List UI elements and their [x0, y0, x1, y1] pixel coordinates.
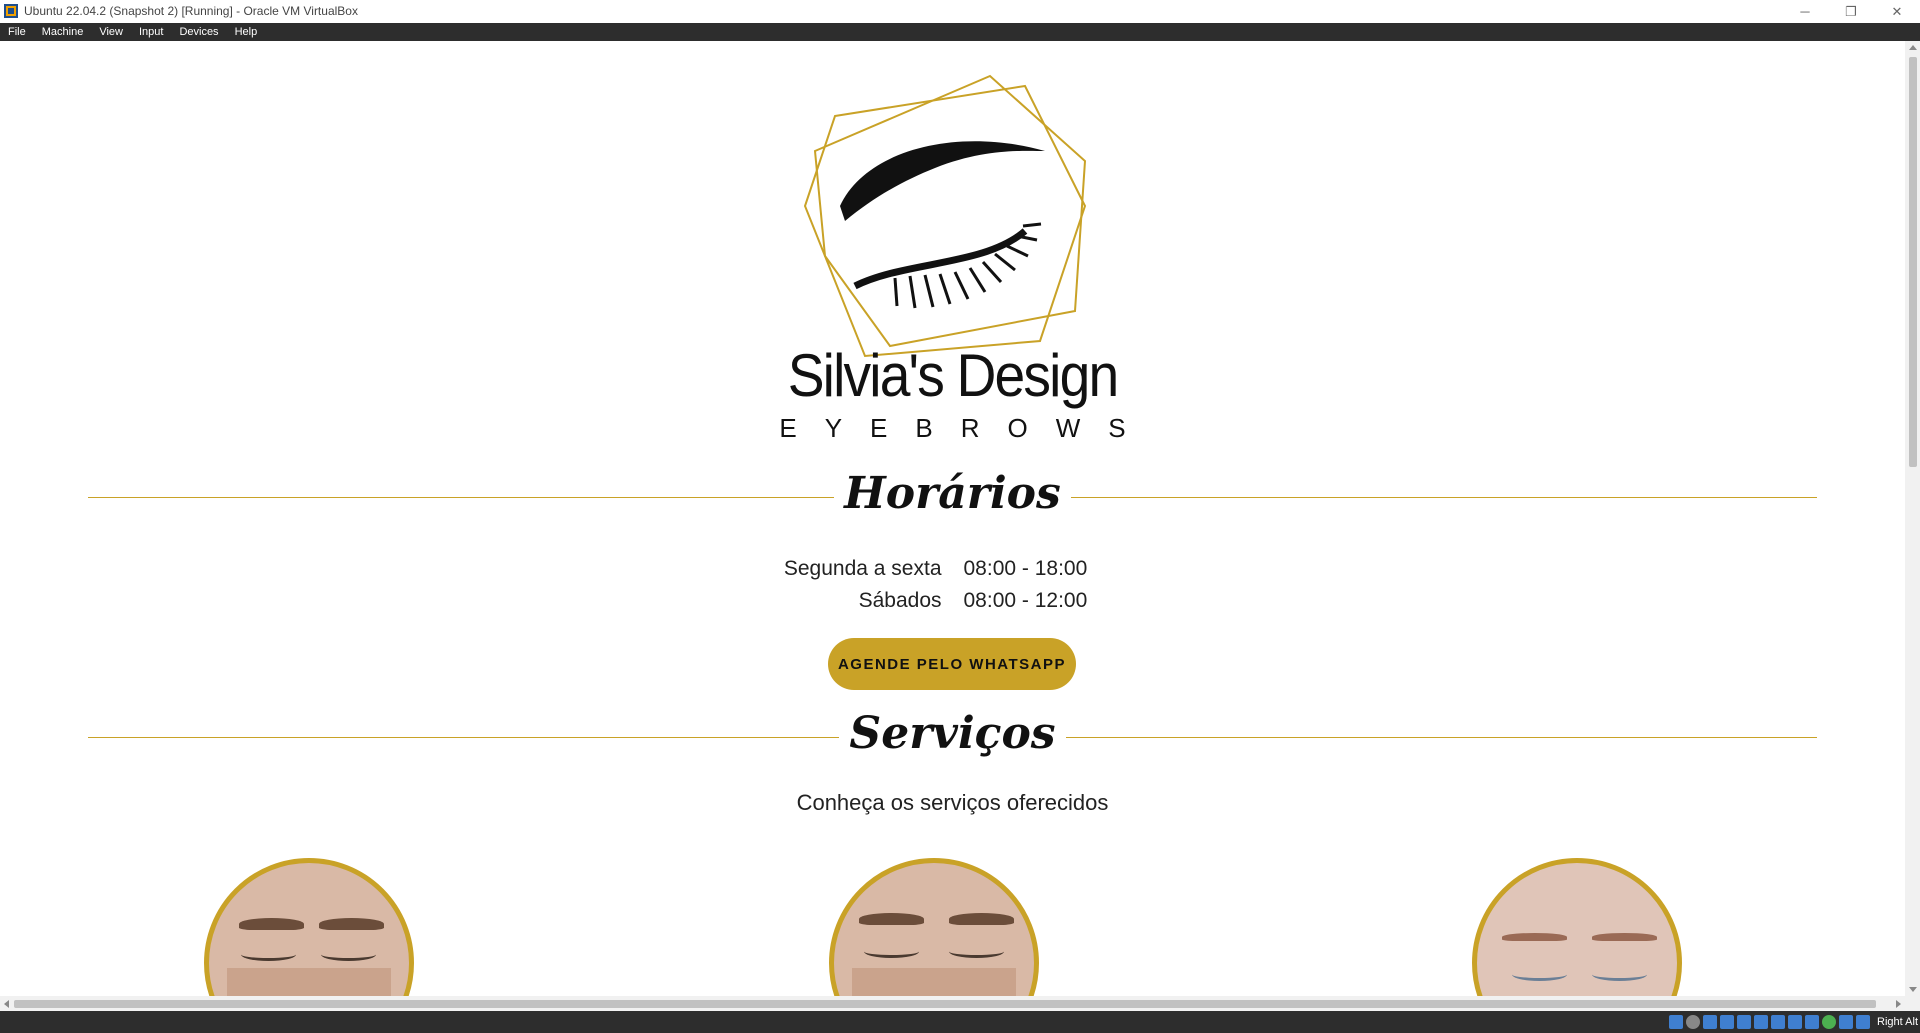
host-key-label: Right Alt	[1877, 1016, 1918, 1028]
menu-machine[interactable]: Machine	[34, 23, 92, 41]
usb-icon[interactable]	[1737, 1015, 1751, 1029]
guest-screen: Silvia's Design EYEBROWS Horários Segund…	[0, 41, 1905, 996]
brand-subtitle: EYEBROWS	[779, 413, 1154, 443]
host-key-icon[interactable]	[1856, 1015, 1870, 1029]
vm-statusbar: Right Alt	[0, 1011, 1920, 1033]
hours-day: Segunda a sexta	[783, 557, 942, 580]
scroll-down-icon[interactable]	[1909, 987, 1917, 992]
services-heading: Serviços	[0, 708, 1905, 759]
recording-icon[interactable]	[1788, 1015, 1802, 1029]
hours-time: 08:00 - 18:00	[963, 557, 1088, 580]
window-title: Ubuntu 22.04.2 (Snapshot 2) [Running] - …	[24, 4, 358, 18]
close-icon: ✕	[1891, 3, 1903, 19]
vertical-scrollbar[interactable]	[1905, 41, 1920, 996]
service-image-2[interactable]	[829, 858, 1039, 996]
guest-additions-icon[interactable]	[1822, 1015, 1836, 1029]
hours-time: 08:00 - 12:00	[963, 589, 1088, 612]
horizontal-scrollbar[interactable]	[0, 996, 1905, 1011]
menu-devices[interactable]: Devices	[171, 23, 226, 41]
network-icon[interactable]	[1720, 1015, 1734, 1029]
vm-menubar: File Machine View Input Devices Help	[0, 23, 1920, 41]
hours-heading: Horários	[0, 468, 1905, 519]
minimize-button[interactable]: ─	[1782, 0, 1828, 23]
scroll-right-icon[interactable]	[1896, 1000, 1901, 1008]
shared-folders-icon[interactable]	[1754, 1015, 1768, 1029]
vt-x-icon[interactable]	[1805, 1015, 1819, 1029]
audio-icon[interactable]	[1703, 1015, 1717, 1029]
horizontal-scroll-thumb[interactable]	[14, 1000, 1876, 1008]
scroll-left-icon[interactable]	[4, 1000, 9, 1008]
hours-row: Segunda a sexta 08:00 - 18:00	[0, 553, 1905, 585]
hours-heading-text: Horários	[834, 468, 1071, 519]
optical-drive-icon[interactable]	[1686, 1015, 1700, 1029]
scroll-corner	[1905, 996, 1920, 1011]
menu-help[interactable]: Help	[227, 23, 266, 41]
mouse-integration-icon[interactable]	[1839, 1015, 1853, 1029]
minimize-icon: ─	[1800, 4, 1810, 19]
hours-table: Segunda a sexta 08:00 - 18:00 Sábados 08…	[0, 553, 1905, 617]
close-button[interactable]: ✕	[1874, 0, 1920, 23]
menu-file[interactable]: File	[0, 23, 34, 41]
whatsapp-booking-button[interactable]: AGENDE PELO WHATSAPP	[828, 638, 1076, 690]
restore-button[interactable]: ❐	[1828, 0, 1874, 23]
display-icon[interactable]	[1771, 1015, 1785, 1029]
services-subtitle: Conheça os serviços oferecidos	[796, 790, 1109, 815]
service-image-3[interactable]	[1472, 858, 1682, 996]
menu-input[interactable]: Input	[131, 23, 171, 41]
scroll-up-icon[interactable]	[1909, 45, 1917, 50]
hard-disk-icon[interactable]	[1669, 1015, 1683, 1029]
hours-day: Sábados	[858, 589, 942, 612]
restore-icon: ❐	[1845, 3, 1857, 19]
vertical-scroll-thumb[interactable]	[1909, 57, 1917, 467]
service-image-1[interactable]	[204, 858, 414, 996]
hours-row: Sábados 08:00 - 12:00	[0, 585, 1905, 617]
virtualbox-icon	[4, 4, 18, 18]
window-title-bar: Ubuntu 22.04.2 (Snapshot 2) [Running] - …	[0, 0, 1920, 24]
services-heading-text: Serviços	[839, 708, 1066, 759]
brand-name: Silvia's Design	[787, 342, 1119, 409]
menu-view[interactable]: View	[91, 23, 131, 41]
